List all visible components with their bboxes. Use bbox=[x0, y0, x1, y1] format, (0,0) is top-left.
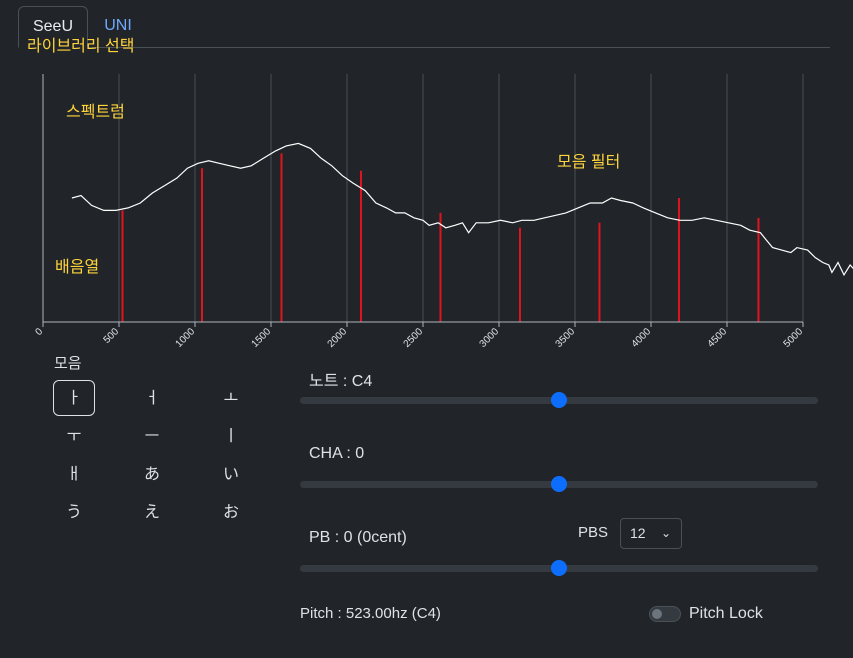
note-slider-thumb[interactable] bbox=[551, 392, 567, 408]
vowel-button[interactable]: ㅡ bbox=[131, 418, 173, 454]
pitch-readout: Pitch : 523.00hz (C4) bbox=[300, 605, 441, 622]
x-tick-label: 3000 bbox=[478, 326, 502, 350]
spectrum-line bbox=[71, 142, 853, 277]
pitch-lock-toggle-knob bbox=[652, 609, 662, 619]
vowel-button[interactable]: い bbox=[210, 456, 252, 492]
x-tick-label: 4500 bbox=[706, 326, 730, 350]
cha-slider-thumb[interactable] bbox=[551, 476, 567, 492]
tab-bar: SeeU UNI bbox=[18, 6, 830, 48]
formant-annotation: 모음 필터 bbox=[557, 153, 620, 171]
pitch-lock-label: Pitch Lock bbox=[689, 605, 763, 622]
pb-slider-thumb[interactable] bbox=[551, 560, 567, 576]
x-tick-label: 2000 bbox=[326, 326, 350, 350]
vowel-button[interactable]: ㅣ bbox=[210, 418, 252, 454]
x-tick-label: 3500 bbox=[554, 326, 578, 350]
pbs-label: PBS bbox=[578, 524, 609, 541]
spectrum-annotation: 스펙트럼 bbox=[66, 103, 125, 121]
vowel-button[interactable]: え bbox=[131, 494, 173, 530]
pbs-select-value: 12 bbox=[630, 525, 646, 541]
pbs-select[interactable]: 12 ⌄ bbox=[620, 518, 682, 549]
vowel-button[interactable]: う bbox=[53, 494, 95, 530]
pitch-lock-toggle[interactable] bbox=[649, 606, 681, 622]
x-tick-label: 5000 bbox=[782, 326, 806, 350]
pb-slider[interactable] bbox=[300, 558, 818, 578]
vowel-button[interactable]: ㅜ bbox=[53, 418, 95, 454]
note-slider[interactable] bbox=[300, 390, 818, 410]
harmonics-annotation: 배음열 bbox=[55, 258, 99, 276]
chevron-down-icon: ⌄ bbox=[660, 526, 671, 540]
cha-label: CHA : 0 bbox=[309, 445, 365, 462]
x-tick-label: 4000 bbox=[630, 326, 654, 350]
x-tick-label: 0 bbox=[33, 326, 45, 338]
cha-slider[interactable] bbox=[300, 474, 818, 494]
x-tick-label: 1500 bbox=[250, 326, 274, 350]
vowel-section-title: 모음 bbox=[54, 355, 82, 372]
x-tick-label: 1000 bbox=[174, 326, 198, 350]
library-select-label[interactable]: 라이브러리 선택 bbox=[27, 37, 135, 57]
pb-label: PB : 0 (0cent) bbox=[309, 529, 407, 546]
x-tick-label: 2500 bbox=[402, 326, 426, 350]
vowel-button[interactable]: あ bbox=[131, 456, 173, 492]
vowel-button[interactable]: お bbox=[210, 494, 252, 530]
vowel-button[interactable]: ㅓ bbox=[131, 380, 173, 416]
vowel-button[interactable]: ㅗ bbox=[210, 380, 252, 416]
spectrum-chart: 0 500 1000 1500 2000 2500 3000 3500 4000 4500 5000… bbox=[33, 74, 853, 350]
x-tick-label: 500 bbox=[102, 326, 122, 346]
vowel-button[interactable]: ㅏ bbox=[53, 380, 95, 416]
note-label: 노트 : C4 bbox=[309, 373, 373, 390]
vowel-button[interactable]: ㅐ bbox=[53, 456, 95, 492]
